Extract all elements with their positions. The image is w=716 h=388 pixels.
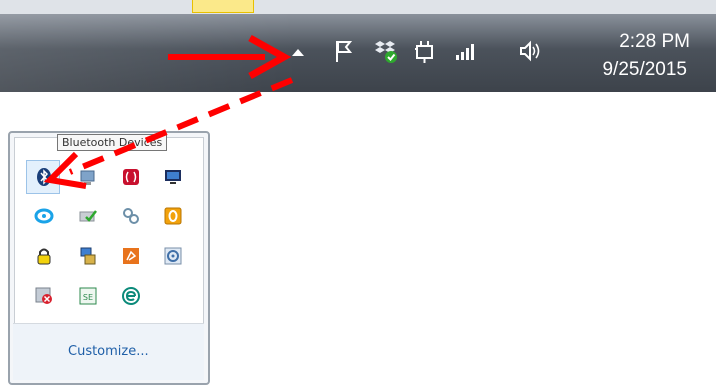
solid-arrow-to-chevron	[168, 34, 292, 80]
dashed-arrow-to-bluetooth	[43, 77, 294, 189]
annotation-arrows	[43, 34, 294, 189]
